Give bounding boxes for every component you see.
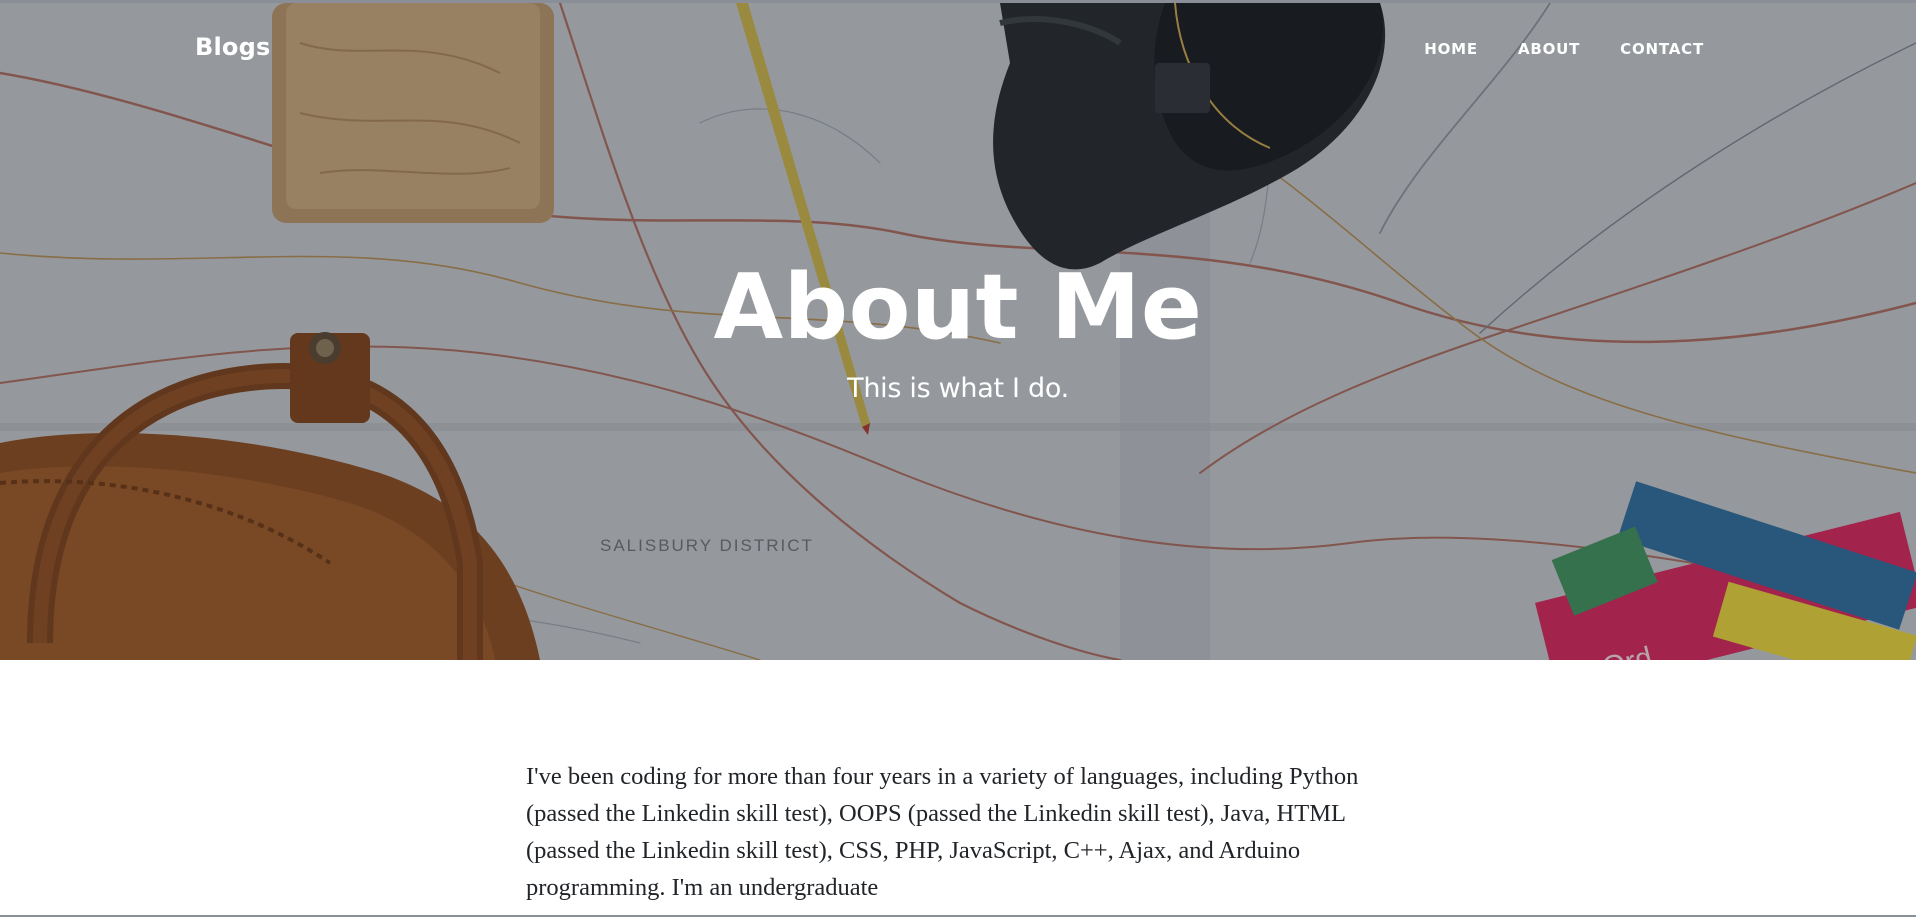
main-content: I've been coding for more than four year… [526,758,1386,906]
nav-link-about[interactable]: ABOUT [1518,40,1580,58]
window-top-border [0,0,1916,3]
nav-links: HOME ABOUT CONTACT [1424,40,1704,58]
nav-link-home[interactable]: HOME [1424,40,1478,58]
main-navbar: Blogs HOME ABOUT CONTACT [0,3,1916,93]
brand-link[interactable]: Blogs [195,33,270,61]
bio-paragraph: I've been coding for more than four year… [526,763,1359,901]
hero-header: SALISBURY DISTRICT Ord Blogs HOME [0,3,1916,660]
nav-link-contact[interactable]: CONTACT [1620,40,1704,58]
page-title: About Me [713,255,1203,360]
hero-heading: About Me This is what I do. [0,253,1916,407]
page-subtitle: This is what I do. [847,373,1069,404]
